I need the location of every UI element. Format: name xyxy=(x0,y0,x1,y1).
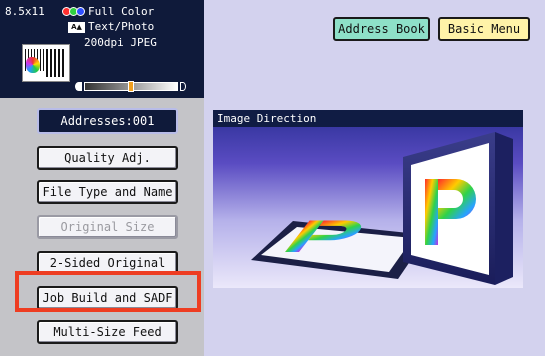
resolution-format: 200dpi JPEG xyxy=(84,36,157,49)
panel-title: Image Direction xyxy=(213,110,523,127)
dark-icon xyxy=(75,82,82,91)
image-direction-panel: Image Direction xyxy=(213,110,523,288)
text-photo-icon: A▲ xyxy=(68,22,85,33)
light-icon xyxy=(180,82,186,91)
original-type: Text/Photo xyxy=(88,20,155,33)
selection-highlight xyxy=(15,271,201,312)
density-bar xyxy=(84,81,178,92)
original-thumbnail xyxy=(22,44,70,82)
barcode-icon xyxy=(46,49,66,77)
quality-adj-button[interactable]: Quality Adj. xyxy=(37,146,178,170)
status-panel: 8.5x11 Full Color A▲ Text/Photo 200dpi J… xyxy=(0,0,204,98)
left-panel: 8.5x11 Full Color A▲ Text/Photo 200dpi J… xyxy=(0,0,204,356)
screen: 8.5x11 Full Color A▲ Text/Photo 200dpi J… xyxy=(0,0,545,356)
color-swirl-icon xyxy=(26,57,40,73)
addresses-button[interactable]: Addresses:001 xyxy=(37,108,178,134)
multi-size-feed-button[interactable]: Multi-Size Feed xyxy=(37,320,178,344)
density-marker xyxy=(128,81,134,92)
original-size-button[interactable]: Original Size xyxy=(37,215,178,239)
image-direction-illustration xyxy=(251,132,513,285)
color-mode: Full Color xyxy=(88,5,155,18)
basic-menu-button[interactable]: Basic Menu xyxy=(438,17,530,41)
monitor-side xyxy=(495,132,513,285)
file-type-and-name-button[interactable]: File Type and Name xyxy=(37,180,178,204)
paper-size: 8.5x11 xyxy=(5,5,45,18)
address-book-button[interactable]: Address Book xyxy=(333,17,430,41)
